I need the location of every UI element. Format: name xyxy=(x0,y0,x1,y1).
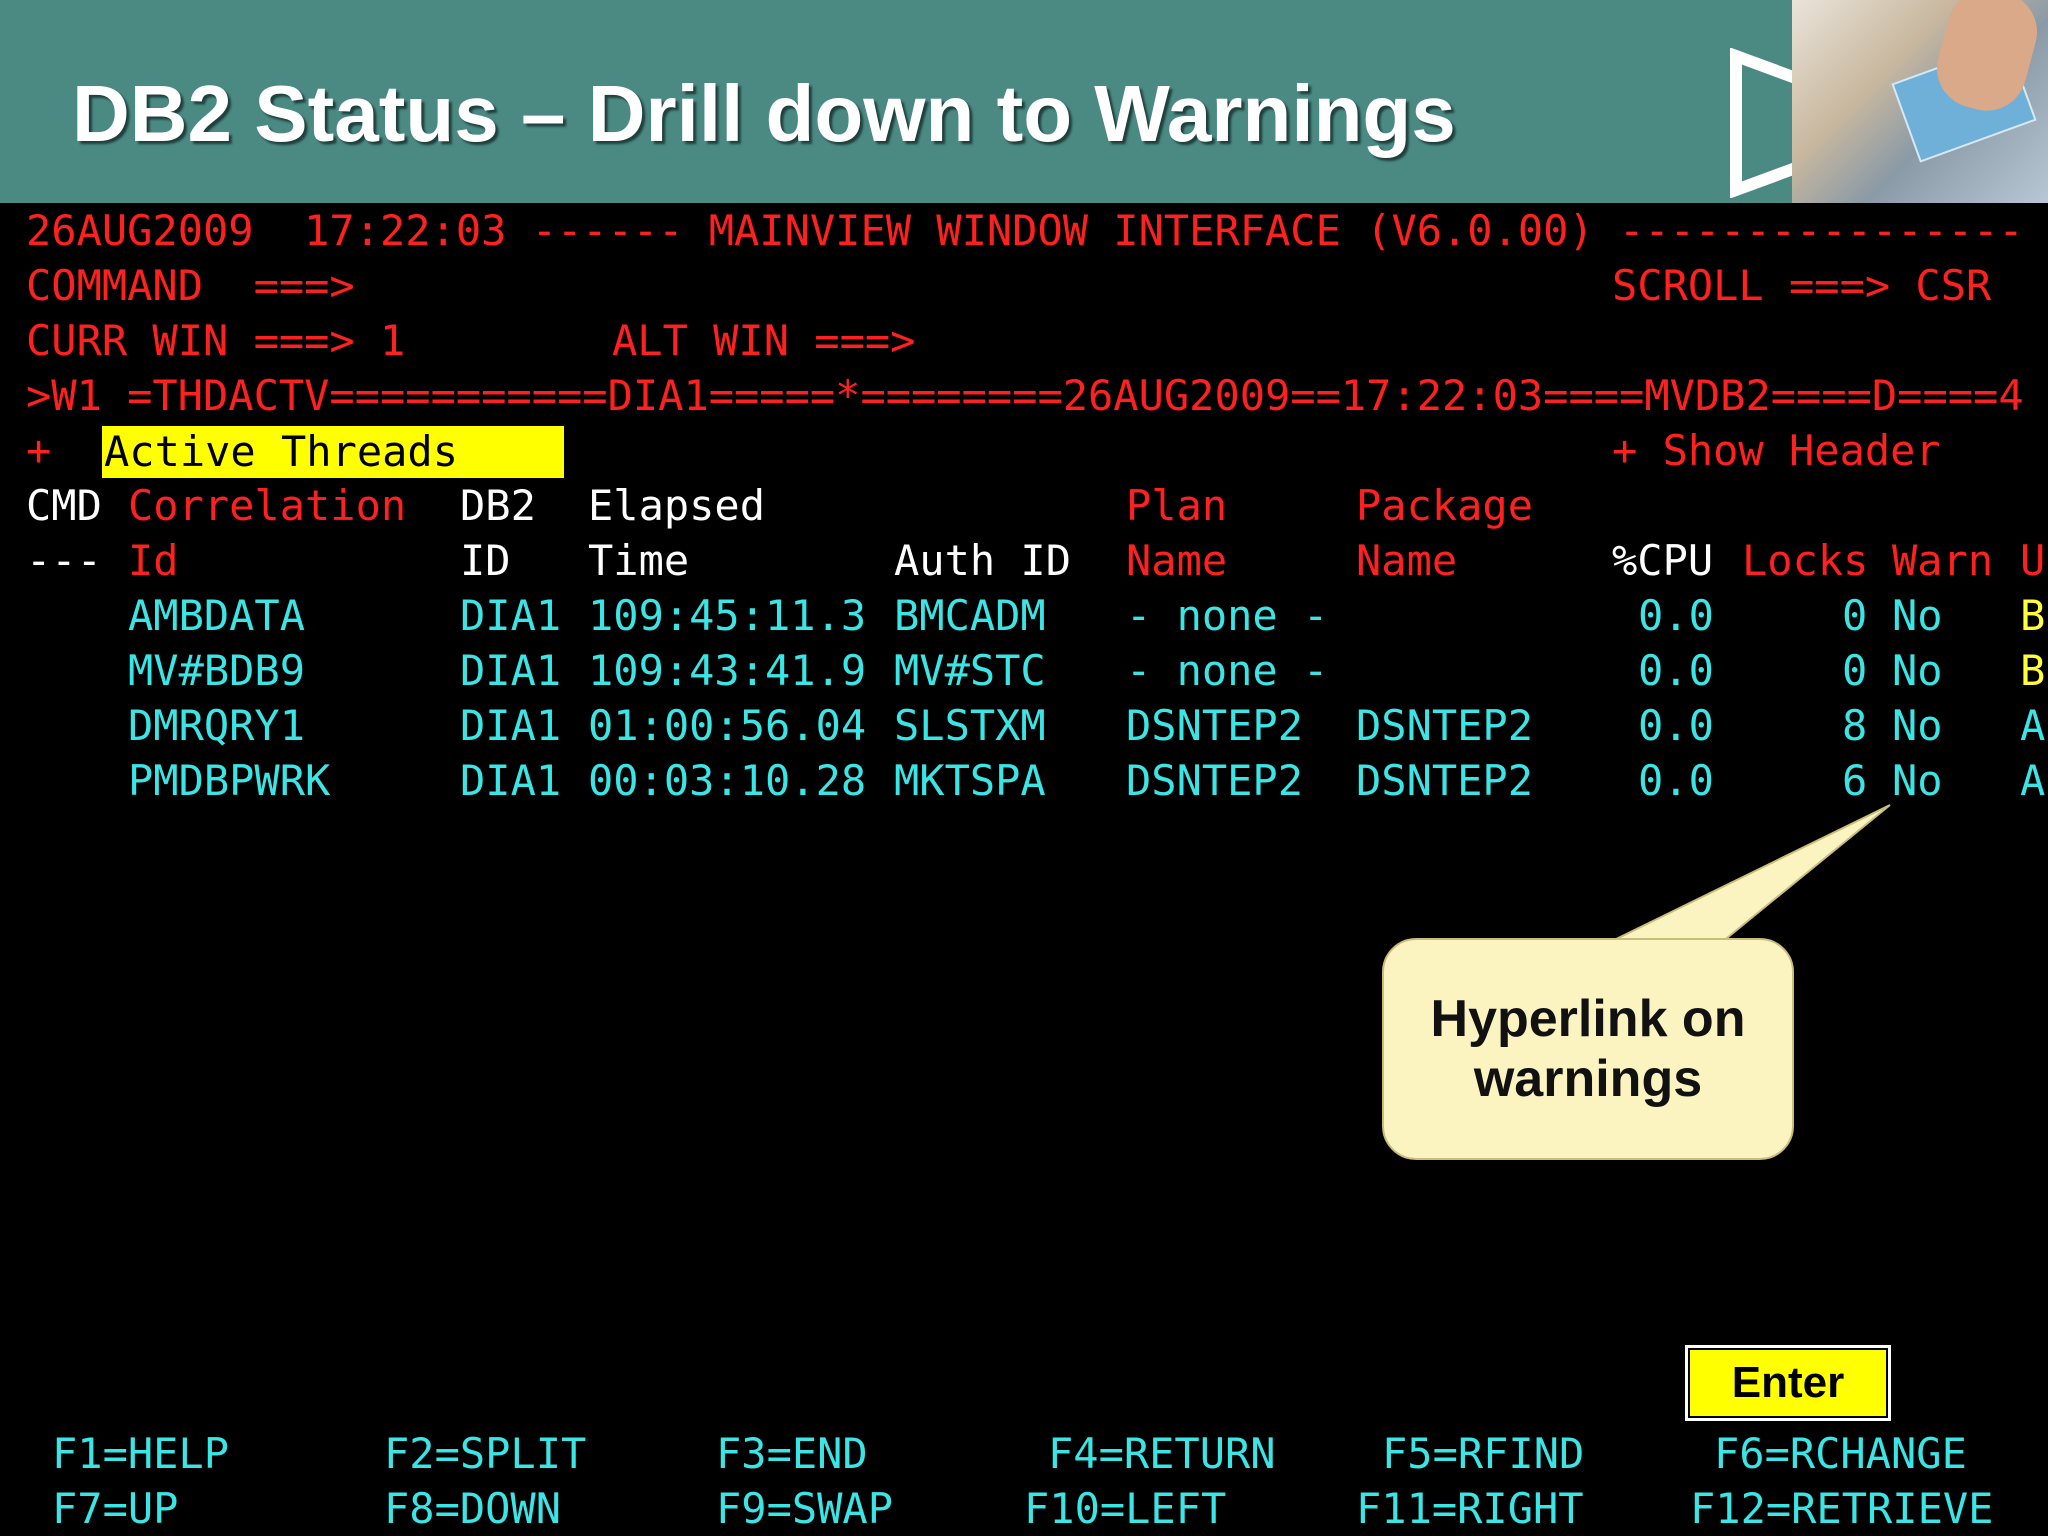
row3-extra: A xyxy=(2020,701,2046,750)
row4-cpu: 0.0 xyxy=(1638,756,1714,805)
row3-locks: 8 xyxy=(1842,701,1868,750)
fkey-f10[interactable]: F10=LEFT xyxy=(1024,1483,1226,1535)
fkey-f6[interactable]: F6=RCHANGE xyxy=(1714,1428,1967,1480)
fkey-f4[interactable]: F4=RETURN xyxy=(1048,1428,1276,1480)
callout-line-1: Hyperlink on xyxy=(1430,990,1746,1048)
col-cmd: CMD xyxy=(26,481,102,530)
col-correlation: Correlation xyxy=(128,481,407,530)
col-package: Package xyxy=(1356,481,1534,530)
row3-auth-id: SLSTXM xyxy=(894,701,1046,750)
row2-auth-id: MV#STC xyxy=(894,646,1046,695)
row4-auth-id: MKTSPA xyxy=(894,756,1046,805)
slide-banner: DB2 Status – Drill down to Warnings xyxy=(0,0,2048,203)
row3-cpu: 0.0 xyxy=(1638,701,1714,750)
row2-extra: B xyxy=(2020,646,2046,695)
row3-plan: DSNTEP2 xyxy=(1126,701,1304,750)
col-elapsed-time: Time xyxy=(588,536,690,585)
row2-warn-link[interactable]: No xyxy=(1892,645,1943,697)
row4-warn-link[interactable]: No xyxy=(1892,755,1943,807)
fkey-f3[interactable]: F3=END xyxy=(716,1428,868,1480)
mainview-terminal: 26AUG2009 17:22:03 ------ MAINVIEW WINDO… xyxy=(0,203,2048,1536)
row3-package: DSNTEP2 xyxy=(1356,701,1534,750)
command-label: COMMAND ===> xyxy=(26,261,355,310)
row2-cpu: 0.0 xyxy=(1638,646,1714,695)
row2-correlation-id[interactable]: MV#BDB9 xyxy=(128,645,305,697)
row4-locks: 6 xyxy=(1842,756,1868,805)
row4-package: DSNTEP2 xyxy=(1356,756,1534,805)
row1-warn-link[interactable]: No xyxy=(1892,590,1943,642)
banner-photo xyxy=(1792,0,2048,203)
row2-plan: - none - xyxy=(1126,646,1329,695)
row3-elapsed: 01:00:56.04 xyxy=(588,701,867,750)
col-auth-id: Auth ID xyxy=(894,536,1072,585)
row1-elapsed: 109:45:11.3 xyxy=(588,591,867,640)
row1-cpu: 0.0 xyxy=(1638,591,1714,640)
col-elapsed: Elapsed xyxy=(588,481,766,530)
fkey-f1[interactable]: F1=HELP xyxy=(52,1428,229,1480)
col-extra: U xyxy=(2020,536,2046,585)
row4-elapsed: 00:03:10.28 xyxy=(588,756,867,805)
slide-title: DB2 Status – Drill down to Warnings xyxy=(72,69,1456,158)
col-cpu: %CPU xyxy=(1612,536,1714,585)
col-package-name: Name xyxy=(1356,536,1458,585)
col-warn: Warn xyxy=(1892,536,1994,585)
fkey-f9[interactable]: F9=SWAP xyxy=(716,1483,893,1535)
row4-extra: A xyxy=(2020,756,2046,805)
fkey-f12[interactable]: F12=RETRIEVE xyxy=(1690,1483,1993,1535)
col-db2: DB2 xyxy=(460,481,536,530)
row4-db2-id: DIA1 xyxy=(460,756,562,805)
col-correlation-id: Id xyxy=(128,536,179,585)
row2-elapsed: 109:43:41.9 xyxy=(588,646,867,695)
row4-correlation-id[interactable]: PMDBPWRK xyxy=(128,755,330,807)
fkey-f11[interactable]: F11=RIGHT xyxy=(1356,1483,1584,1535)
col-plan-name: Name xyxy=(1126,536,1228,585)
alt-win-field[interactable]: ALT WIN ===> xyxy=(612,315,915,367)
curr-win-field[interactable]: CURR WIN ===> 1 xyxy=(26,315,405,367)
row3-warn-link[interactable]: No xyxy=(1892,700,1943,752)
header-line: 26AUG2009 17:22:03 ------ MAINVIEW WINDO… xyxy=(26,206,2024,255)
row2-locks: 0 xyxy=(1842,646,1868,695)
callout-line-2: warnings xyxy=(1473,1050,1703,1108)
show-header-link[interactable]: + Show Header xyxy=(1612,425,1941,477)
row3-db2-id: DIA1 xyxy=(460,701,562,750)
fkey-f8[interactable]: F8=DOWN xyxy=(384,1483,561,1535)
view-title-active-threads: Active Threads xyxy=(102,426,564,478)
col-locks: Locks xyxy=(1742,536,1869,585)
row1-correlation-id[interactable]: AMBDATA xyxy=(128,590,305,642)
col-cmd-dash: --- xyxy=(26,536,102,585)
fkey-f5[interactable]: F5=RFIND xyxy=(1382,1428,1584,1480)
col-plan: Plan xyxy=(1126,481,1228,530)
row1-locks: 0 xyxy=(1842,591,1868,640)
row3-correlation-id[interactable]: DMRQRY1 xyxy=(128,700,305,752)
fkey-f2[interactable]: F2=SPLIT xyxy=(384,1428,586,1480)
enter-button[interactable]: Enter xyxy=(1688,1348,1888,1418)
hyperlink-callout: Hyperlink on warnings xyxy=(1382,938,1794,1160)
row1-extra: B xyxy=(2020,591,2046,640)
scroll-field[interactable]: SCROLL ===> CSR xyxy=(1612,260,1991,312)
fkey-f7[interactable]: F7=UP xyxy=(52,1483,178,1535)
window-info-line: >W1 =THDACTV===========DIA1=====*=======… xyxy=(26,371,2024,420)
row2-db2-id: DIA1 xyxy=(460,646,562,695)
row1-auth-id: BMCADM xyxy=(894,591,1046,640)
col-db2-id: ID xyxy=(460,536,511,585)
row1-plan: - none - xyxy=(1126,591,1329,640)
row1-db2-id: DIA1 xyxy=(460,591,562,640)
row4-plan: DSNTEP2 xyxy=(1126,756,1304,805)
expand-plus[interactable]: + xyxy=(26,425,51,477)
